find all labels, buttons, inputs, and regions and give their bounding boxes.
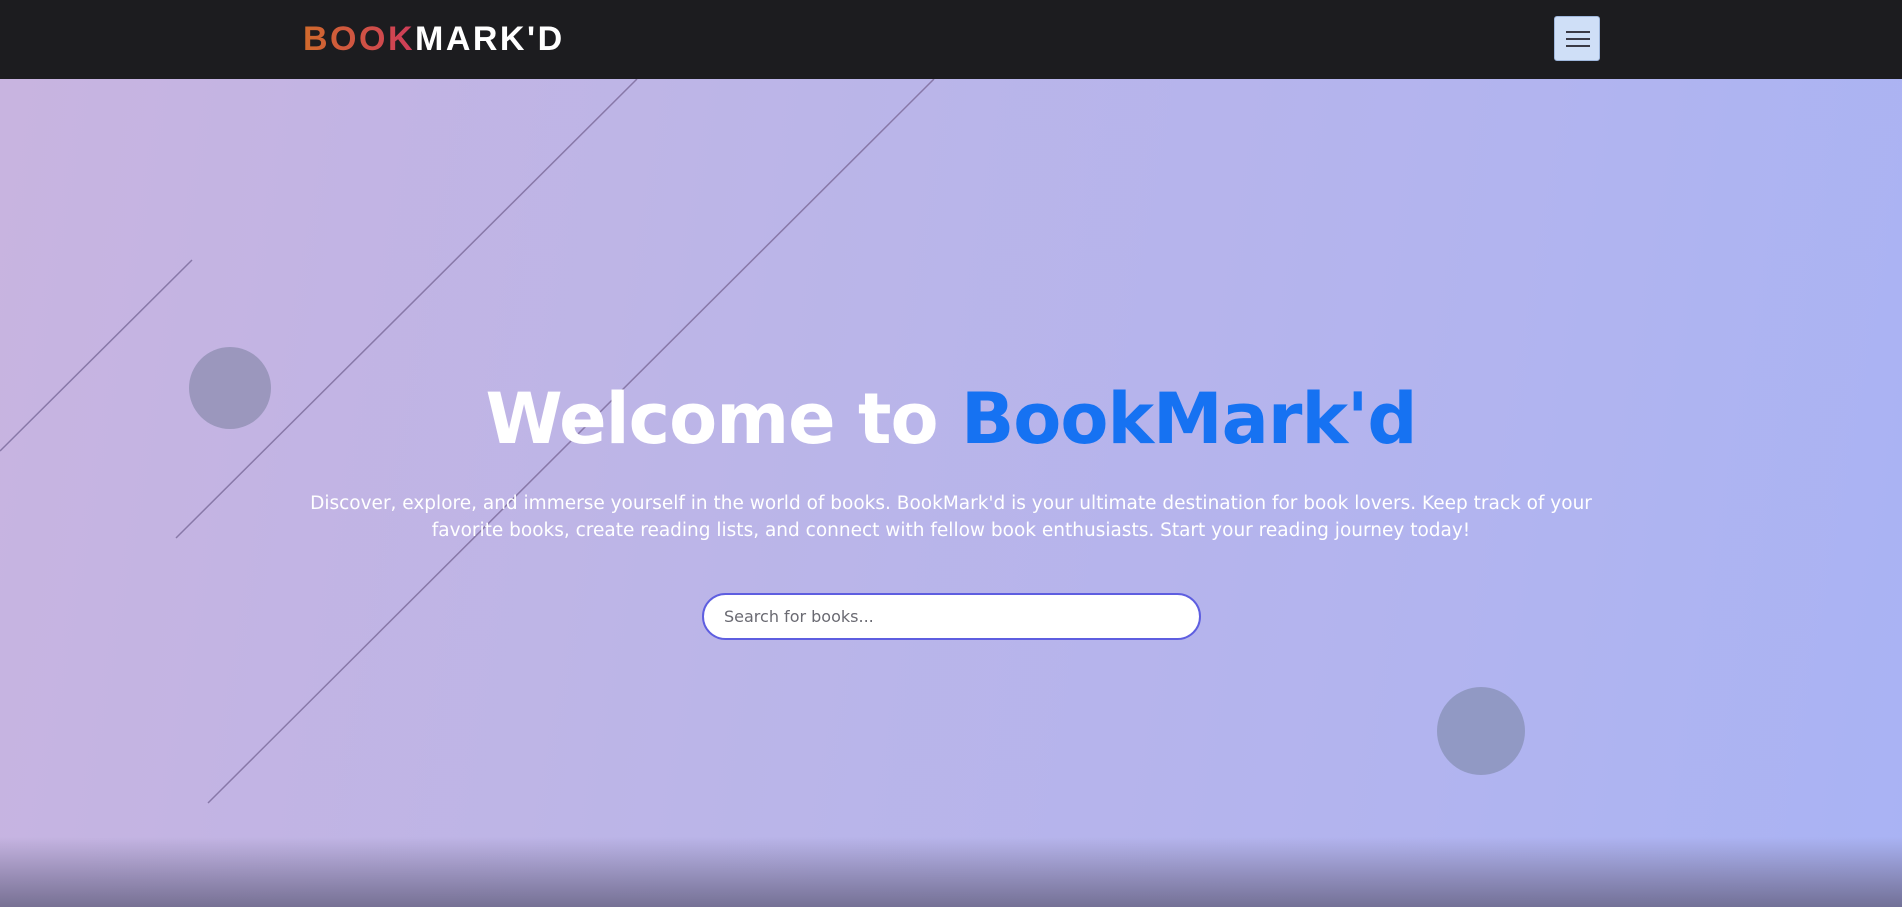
brand-logo-part-markd: MARK'D [415, 20, 565, 58]
hero-title-brand: BookMark'd [960, 378, 1418, 460]
hero-title: Welcome to BookMark'd [0, 377, 1902, 461]
hamburger-menu-icon [1566, 31, 1590, 33]
hero-subtitle: Discover, explore, and immerse yourself … [310, 493, 1592, 541]
bottom-section-fade [0, 837, 1902, 907]
hero-section: Welcome to BookMark'd Discover, explore,… [0, 79, 1902, 907]
brand-logo-part-book: BOOK [303, 20, 415, 58]
hero-title-welcome: Welcome to [485, 378, 961, 460]
decorative-circle [1437, 687, 1525, 775]
book-search-input[interactable] [702, 593, 1201, 640]
hamburger-menu-icon-line [1566, 38, 1590, 40]
brand-logo[interactable]: BOOKMARK'D [303, 18, 565, 60]
decorative-line [175, 79, 638, 539]
hamburger-menu-icon-line [1566, 45, 1590, 47]
hamburger-menu-button[interactable] [1554, 16, 1600, 61]
navbar: BOOKMARK'D [0, 0, 1902, 79]
